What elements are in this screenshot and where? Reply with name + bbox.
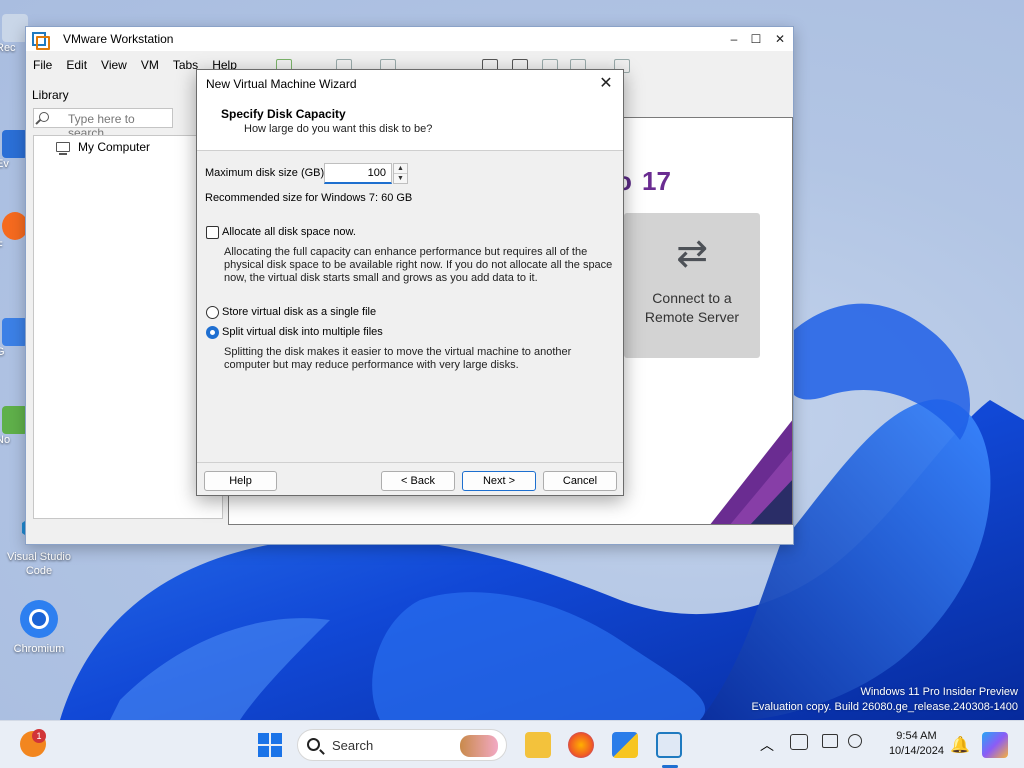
allocate-all-checkbox[interactable] [206, 226, 219, 239]
remote-card-line1: Connect to a [652, 290, 732, 306]
search-highlight-icon [460, 735, 498, 757]
vmware-titlebar[interactable]: VMware Workstation – ☐ ✕ [26, 27, 793, 51]
firefox-icon[interactable] [568, 732, 594, 758]
help-button[interactable]: Help [204, 471, 277, 491]
clock-date: 10/14/2024 [888, 745, 944, 757]
disk-size-spinner[interactable]: ▲ ▼ [393, 163, 408, 184]
vmware-taskbar-icon[interactable] [656, 732, 682, 758]
notification-badge: 1 [32, 729, 46, 743]
split-description: Splitting the disk makes it easier to mo… [224, 346, 572, 371]
back-button[interactable]: < Back [381, 471, 455, 491]
allocate-all-label[interactable]: Allocate all disk space now. [222, 226, 356, 238]
watermark-line1: Windows 11 Pro Insider Preview [860, 686, 1018, 698]
cancel-button[interactable]: Cancel [543, 471, 617, 491]
clock[interactable]: 9:54 AM 10/14/2024 [889, 729, 944, 759]
allocate-description: Allocating the full capacity can enhance… [224, 246, 613, 284]
library-tree: My Computer [33, 135, 223, 519]
security-shield-icon[interactable] [612, 732, 638, 758]
display-icon[interactable] [822, 734, 838, 748]
max-disk-size-label: Maximum disk size (GB): [205, 167, 328, 179]
close-icon[interactable]: ✕ [595, 73, 617, 95]
copilot-icon[interactable] [982, 732, 1008, 758]
wizard-title: New Virtual Machine Wizard [206, 77, 357, 91]
new-vm-wizard-dialog: New Virtual Machine Wizard ✕ Specify Dis… [196, 69, 624, 496]
remote-card-line2: Remote Server [644, 309, 740, 325]
tree-item-my-computer[interactable]: My Computer [78, 140, 150, 154]
chromium-label: Chromium [13, 643, 65, 655]
maximize-icon[interactable]: ☐ [747, 30, 765, 48]
vmware-title: VMware Workstation [63, 32, 174, 46]
notification-bell-icon[interactable]: 🔔 [950, 735, 970, 755]
clock-time: 9:54 AM [896, 730, 937, 742]
start-windows-icon[interactable] [257, 732, 283, 758]
brand-triangle-graphic [710, 420, 792, 524]
network-icon[interactable] [790, 734, 808, 750]
watermark-line2: Evaluation copy. Build 26080.ge_release.… [751, 701, 1018, 713]
taskbar-search-placeholder: Search [332, 738, 374, 753]
close-icon[interactable]: ✕ [771, 30, 789, 48]
recommended-size-text: Recommended size for Windows 7: 60 GB [205, 192, 413, 204]
taskbar-search-box[interactable]: Search [297, 729, 507, 761]
wizard-step-subtitle: How large do you want this disk to be? [244, 123, 433, 135]
desktop-icon-chromium[interactable]: Chromium [4, 598, 74, 656]
wizard-titlebar[interactable]: New Virtual Machine Wizard ✕ [197, 70, 623, 98]
search-icon [39, 112, 49, 122]
file-explorer-icon[interactable] [525, 732, 551, 758]
library-heading: Library [32, 88, 69, 102]
spin-down-icon[interactable]: ▼ [394, 174, 407, 184]
next-button[interactable]: Next > [462, 471, 536, 491]
library-search-input[interactable]: Type here to search [33, 108, 173, 140]
menu-edit[interactable]: Edit [59, 55, 94, 75]
search-icon [307, 738, 320, 751]
radio-single-file[interactable] [206, 306, 219, 319]
taskbar: 1 Search ︿ 9:54 AM 10/14/2024 🔔 [0, 720, 1024, 768]
connect-remote-server-button[interactable]: ⇄ Connect to a Remote Server [624, 213, 760, 358]
max-disk-size-input[interactable]: 100 [324, 163, 392, 184]
product-version: 17 [642, 166, 671, 196]
menu-vm[interactable]: VM [134, 55, 166, 75]
swap-arrows-icon: ⇄ [676, 233, 708, 275]
wizard-header: Specify Disk Capacity How large do you w… [197, 98, 623, 151]
menu-view[interactable]: View [94, 55, 134, 75]
vscode-label: Visual Studio Code [6, 551, 71, 577]
minimize-icon[interactable]: – [725, 30, 743, 48]
radio-split-files-label[interactable]: Split virtual disk into multiple files [222, 326, 383, 338]
chromium-icon [18, 598, 60, 640]
volume-muted-icon[interactable] [848, 734, 862, 748]
vmware-logo-icon [32, 32, 50, 50]
chevron-up-icon[interactable]: ︿ [760, 735, 774, 755]
radio-split-files[interactable] [206, 326, 219, 339]
computer-icon [56, 142, 70, 155]
wizard-step-title: Specify Disk Capacity [221, 107, 346, 121]
radio-single-file-label[interactable]: Store virtual disk as a single file [222, 306, 376, 318]
spin-up-icon[interactable]: ▲ [394, 164, 407, 174]
button-separator [197, 462, 623, 463]
menu-file[interactable]: File [26, 55, 59, 75]
